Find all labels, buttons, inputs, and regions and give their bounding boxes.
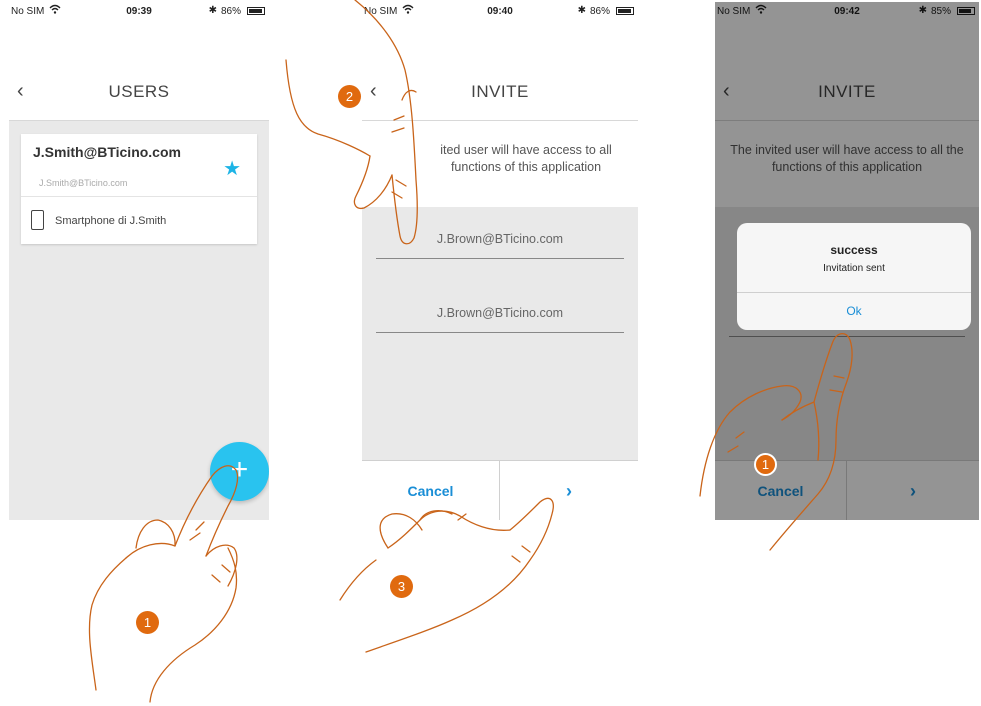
invite-screen: No SIM 09:40 ✱ 86% ‹ INVITE ited user wi… <box>362 2 638 520</box>
hand-pointer-icon <box>339 497 554 653</box>
battery-icon <box>247 7 265 15</box>
user-email: J.Smith@BTicino.com <box>33 144 181 160</box>
star-icon: ★ <box>223 158 241 180</box>
battery-percent: 86% <box>589 6 610 17</box>
next-button[interactable]: › <box>500 461 638 520</box>
invite-info-text: ited user will have access to all functi… <box>440 143 612 174</box>
status-bar: No SIM 09:40 ✱ 86% <box>362 2 638 20</box>
battery-icon <box>616 7 634 15</box>
email-field[interactable]: J.Brown@BTicino.com <box>376 220 624 259</box>
smartphone-icon <box>31 210 44 230</box>
dialog-divider <box>737 292 971 293</box>
bluetooth-icon: ✱ <box>577 5 586 16</box>
step-badge: 1 <box>136 611 159 634</box>
users-screen: No SIM 09:39 ✱ 86% ‹ USERS J.Smith@BTici… <box>9 2 269 520</box>
page-title: INVITE <box>471 82 529 101</box>
step-badge: 1 <box>754 453 777 476</box>
invite-success-screen: No SIM 09:42 ✱ 85% ‹ INVITE The invited … <box>715 2 979 520</box>
add-user-button[interactable]: + <box>210 442 269 501</box>
battery-percent: 86% <box>220 6 241 17</box>
header: ‹ INVITE <box>362 62 638 121</box>
ok-button[interactable]: Ok <box>737 296 971 326</box>
page-title: USERS <box>108 82 170 101</box>
confirm-email-field[interactable]: J.Brown@BTicino.com <box>376 294 624 333</box>
step-badge: 3 <box>390 575 413 598</box>
status-bar: No SIM 09:39 ✱ 86% <box>9 2 269 20</box>
success-dialog: success Invitation sent Ok <box>737 223 971 330</box>
footer-actions: Cancel › <box>362 460 638 520</box>
user-card[interactable]: J.Smith@BTicino.com J.Smith@BTicino.com … <box>21 134 257 244</box>
bluetooth-icon: ✱ <box>208 5 217 16</box>
device-label: Smartphone di J.Smith <box>55 215 167 227</box>
step-badge: 2 <box>338 85 361 108</box>
user-email-secondary: J.Smith@BTicino.com <box>39 178 128 188</box>
header: ‹ USERS <box>9 62 269 121</box>
cancel-button[interactable]: Cancel <box>362 461 500 520</box>
dialog-title: success <box>830 243 878 257</box>
divider <box>21 196 257 197</box>
dialog-message: Invitation sent <box>823 263 885 274</box>
